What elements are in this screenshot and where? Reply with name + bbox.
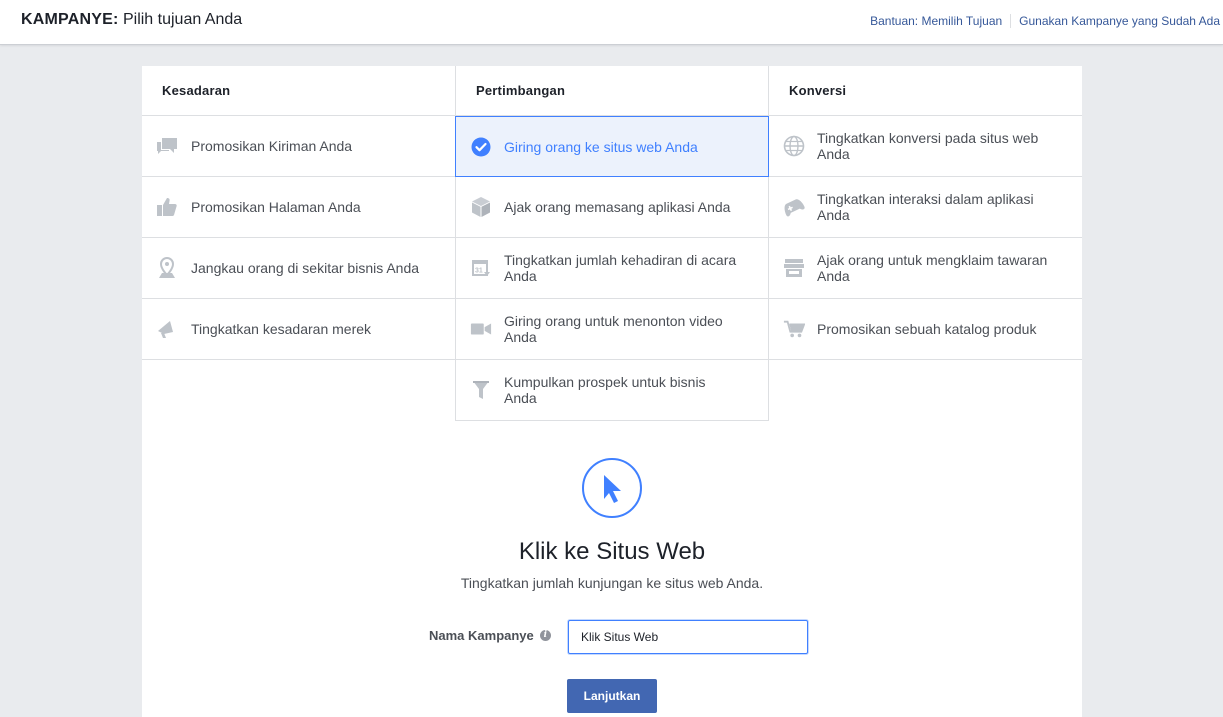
page-title: KAMPANYE: Pilih tujuan Anda bbox=[21, 11, 242, 29]
campaign-name-label-text: Nama Kampanye bbox=[429, 628, 534, 643]
objective-label: Promosikan Kiriman Anda bbox=[191, 138, 353, 154]
column-heading: Konversi bbox=[769, 66, 1082, 116]
objective-post-engagement[interactable]: Promosikan Kiriman Anda bbox=[142, 116, 455, 177]
cursor-arrow-icon bbox=[582, 458, 642, 518]
shopping-cart-icon bbox=[783, 318, 805, 340]
svg-text:31: 31 bbox=[475, 268, 483, 275]
objective-label: Tingkatkan interaksi dalam aplikasi Anda bbox=[817, 191, 1034, 223]
cube-icon bbox=[470, 196, 492, 218]
objective-label: Tingkatkan jumlah kehadiran di acara And… bbox=[504, 252, 737, 284]
objective-brand-awareness[interactable]: Tingkatkan kesadaran merek bbox=[142, 299, 455, 360]
column-awareness: Kesadaran Promosikan Kiriman Anda Promos… bbox=[142, 66, 455, 360]
objective-video-views[interactable]: Giring orang untuk menonton video Anda bbox=[455, 299, 769, 360]
megaphone-icon bbox=[156, 318, 178, 340]
link-divider bbox=[1010, 14, 1012, 28]
help-link[interactable]: Bantuan: Memilih Tujuan bbox=[870, 14, 1002, 28]
objective-panel: Kesadaran Promosikan Kiriman Anda Promos… bbox=[142, 66, 1082, 717]
video-camera-icon bbox=[470, 318, 492, 340]
objective-label: Promosikan Halaman Anda bbox=[191, 199, 361, 215]
objective-label: Promosikan sebuah katalog produk bbox=[817, 321, 1037, 337]
objective-page-likes[interactable]: Promosikan Halaman Anda bbox=[142, 177, 455, 238]
gamepad-icon bbox=[783, 196, 805, 218]
objective-offer-claims[interactable]: Ajak orang untuk mengklaim tawaran Anda bbox=[769, 238, 1082, 299]
objective-app-engagement[interactable]: Tingkatkan interaksi dalam aplikasi Anda bbox=[769, 177, 1082, 238]
calendar-icon: 31 bbox=[470, 257, 492, 279]
storefront-icon bbox=[783, 257, 805, 279]
objective-label: Ajak orang memasang aplikasi Anda bbox=[504, 199, 731, 215]
objective-traffic[interactable]: Giring orang ke situs web Anda bbox=[455, 116, 769, 177]
check-circle-icon bbox=[470, 136, 492, 158]
objective-lead-generation[interactable]: Kumpulkan prospek untuk bisnis Anda bbox=[455, 360, 769, 421]
header-links: Bantuan: Memilih Tujuan Gunakan Kampanye… bbox=[870, 14, 1220, 28]
objective-description: Tingkatkan jumlah kunjungan ke situs web… bbox=[460, 575, 764, 591]
objective-label: Jangkau orang di sekitar bisnis Anda bbox=[191, 260, 420, 276]
use-existing-campaign-link[interactable]: Gunakan Kampanye yang Sudah Ada bbox=[1019, 14, 1220, 28]
objective-product-catalog[interactable]: Promosikan sebuah katalog produk bbox=[769, 299, 1082, 360]
column-heading: Kesadaran bbox=[142, 66, 455, 116]
objective-title: Klik ke Situs Web bbox=[518, 538, 706, 565]
page-title-rest: Pilih tujuan Anda bbox=[122, 11, 243, 28]
objective-conversions[interactable]: Tingkatkan konversi pada situs web Anda bbox=[769, 116, 1082, 177]
objective-label: Giring orang ke situs web Anda bbox=[504, 138, 698, 155]
objective-app-installs[interactable]: Ajak orang memasang aplikasi Anda bbox=[455, 177, 769, 238]
page-title-bold: KAMPANYE: bbox=[21, 11, 119, 28]
column-heading: Pertimbangan bbox=[455, 66, 769, 116]
objective-label: Tingkatkan konversi pada situs web Anda bbox=[817, 130, 1039, 162]
speech-bubbles-icon bbox=[156, 135, 178, 157]
objective-label: Ajak orang untuk mengklaim tawaran Anda bbox=[817, 252, 1048, 284]
objective-label: Giring orang untuk menonton video Anda bbox=[504, 313, 723, 345]
funnel-icon bbox=[470, 379, 492, 401]
column-conversion: Konversi Tingkatkan konversi pada situs … bbox=[769, 66, 1082, 360]
continue-button[interactable]: Lanjutkan bbox=[567, 679, 657, 713]
top-bar: KAMPANYE: Pilih tujuan Anda Bantuan: Mem… bbox=[0, 0, 1223, 45]
campaign-name-label: Nama Kampanye i bbox=[429, 628, 551, 643]
globe-icon bbox=[783, 135, 805, 157]
map-pin-icon bbox=[156, 257, 178, 279]
column-consideration: Pertimbangan Giring orang ke situs web A… bbox=[455, 66, 769, 421]
objective-local-awareness[interactable]: Jangkau orang di sekitar bisnis Anda bbox=[142, 238, 455, 299]
campaign-name-input[interactable] bbox=[568, 620, 808, 654]
info-icon[interactable]: i bbox=[539, 630, 551, 641]
objective-event-responses[interactable]: 31 Tingkatkan jumlah kehadiran di acara … bbox=[455, 238, 769, 299]
objective-label: Tingkatkan kesadaran merek bbox=[191, 321, 372, 337]
thumbs-up-icon bbox=[156, 196, 178, 218]
objective-label: Kumpulkan prospek untuk bisnis Anda bbox=[504, 374, 706, 406]
